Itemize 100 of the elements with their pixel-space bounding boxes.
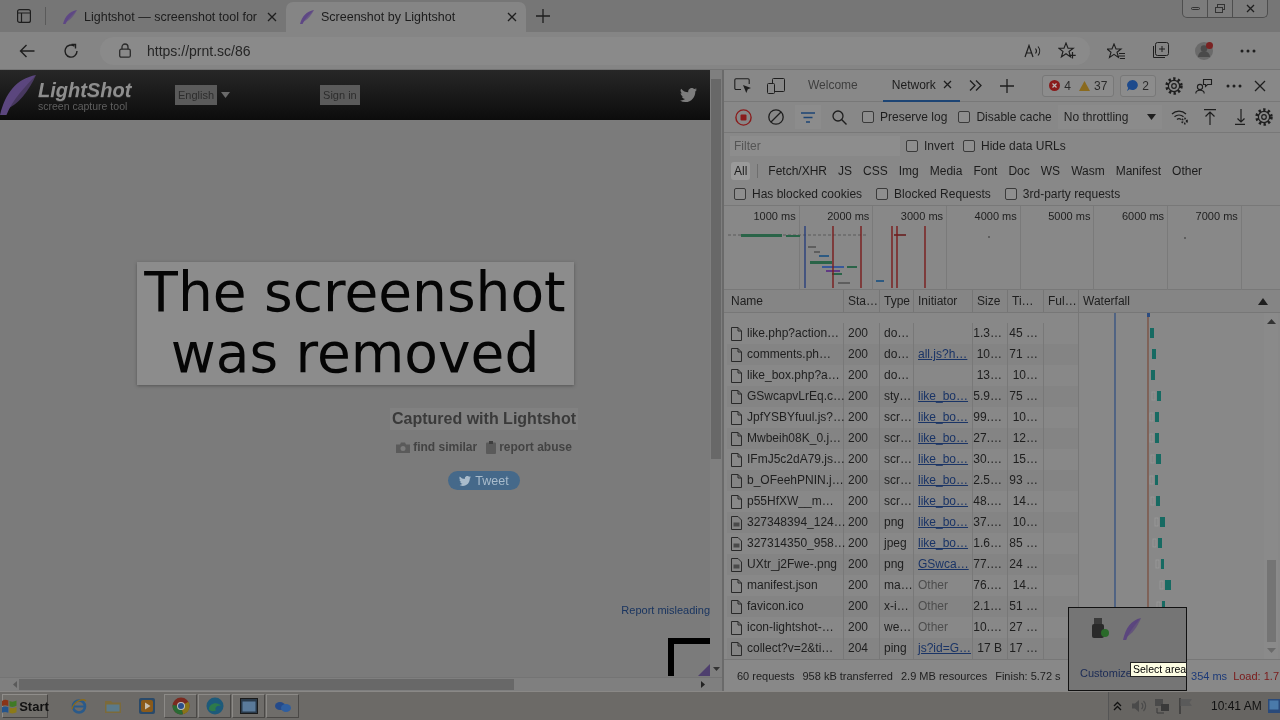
request-name[interactable]: 327348394_124… xyxy=(747,512,846,533)
error-counter[interactable]: 4 xyxy=(1049,78,1071,93)
column-header[interactable]: Ti… xyxy=(1008,290,1044,312)
feather-icon xyxy=(300,10,314,24)
warning-counter[interactable]: 37 xyxy=(1078,78,1108,93)
type-filter[interactable]: JS xyxy=(835,161,856,180)
request-name[interactable]: p55HfXW__m… xyxy=(747,491,834,512)
request-name[interactable]: 327314350_958… xyxy=(747,533,846,554)
tick-label: 3000 ms xyxy=(900,210,944,222)
checkbox-label[interactable]: Disable cache xyxy=(976,110,1052,124)
taskbar-button[interactable] xyxy=(198,694,231,718)
request-name[interactable]: JpfYSBYfuul.js?… xyxy=(747,407,846,428)
type-filter[interactable]: Manifest xyxy=(1112,161,1165,180)
initiator-link[interactable]: like_bo… xyxy=(918,491,969,512)
report-link[interactable]: Report misleading xyxy=(621,604,710,616)
read-aloud-button[interactable] xyxy=(1024,43,1042,58)
request-name[interactable]: Mwbeih08K_0.j… xyxy=(747,428,842,449)
type-filter[interactable]: All xyxy=(731,161,751,180)
initiator-link[interactable]: like_bo… xyxy=(918,407,969,428)
initiator-link[interactable]: like_bo… xyxy=(918,449,969,470)
taskbar-button[interactable] xyxy=(164,694,197,718)
panel-tab[interactable]: Welcome xyxy=(798,69,868,102)
checkbox-label[interactable]: Hide data URLs xyxy=(981,139,1066,153)
request-name[interactable]: UXtr_j2Fwe-.png xyxy=(747,554,838,575)
type-filter[interactable]: Img xyxy=(895,161,922,180)
type-filter[interactable]: Doc xyxy=(1005,161,1033,180)
request-name[interactable]: b_OFeehPNIN.j… xyxy=(747,470,844,491)
scrollbar[interactable] xyxy=(0,677,722,691)
checkbox[interactable] xyxy=(906,140,918,152)
initiator-link[interactable]: like_bo… xyxy=(918,470,969,491)
initiator-link[interactable]: like_bo… xyxy=(918,386,969,407)
request-name[interactable]: comments.ph… xyxy=(747,344,832,365)
type-filter[interactable]: CSS xyxy=(860,161,891,180)
initiator-link[interactable]: js?id=G… xyxy=(918,638,972,659)
initiator-link[interactable]: GSwca… xyxy=(918,554,969,575)
close-tab-button[interactable] xyxy=(941,78,954,91)
request-name[interactable]: icon-lightshot-… xyxy=(747,617,834,638)
request-name[interactable]: manifest.json xyxy=(747,575,818,596)
filter-button[interactable] xyxy=(795,105,821,129)
start-button[interactable]: Start xyxy=(2,694,48,718)
show-desktop-button[interactable] xyxy=(1267,699,1280,713)
panel-tab[interactable]: Network xyxy=(882,69,960,102)
checkbox-label[interactable]: Has blocked cookies xyxy=(752,186,863,201)
quick-launch-button[interactable] xyxy=(139,698,155,714)
checkbox-label[interactable]: Invert xyxy=(924,139,954,153)
checkbox[interactable] xyxy=(958,111,971,123)
initiator-link[interactable]: all.js?h… xyxy=(918,344,968,365)
initiator-link[interactable]: like_bo… xyxy=(918,533,969,554)
initiator-link[interactable]: like_bo… xyxy=(918,512,969,533)
request-name[interactable]: like.php?action… xyxy=(747,323,840,344)
initiator-link[interactable]: like_bo… xyxy=(918,428,969,449)
browser-tab[interactable]: Lightshot — screenshot tool for xyxy=(49,2,286,32)
show-hidden-icons-button[interactable] xyxy=(1113,701,1122,711)
taskbar-button[interactable] xyxy=(266,694,299,718)
scrollbar-thumb[interactable] xyxy=(19,679,514,690)
column-header[interactable]: Type xyxy=(880,290,914,312)
taskbar-button[interactable] xyxy=(232,694,265,718)
checkbox-label[interactable]: Blocked Requests xyxy=(894,186,991,201)
column-header[interactable]: Sta… xyxy=(844,290,880,312)
column-header[interactable]: Waterfall xyxy=(1079,290,1278,312)
desktop-icon xyxy=(1267,699,1280,713)
type-filter[interactable]: Wasm xyxy=(1068,161,1108,180)
scroll-left-icon xyxy=(13,681,17,688)
checkbox-label[interactable]: Preserve log xyxy=(880,110,948,124)
type-filter[interactable]: Fetch/XHR xyxy=(765,161,831,180)
add-favorite-button[interactable] xyxy=(1058,42,1076,59)
type-filter[interactable]: Other xyxy=(1169,161,1206,180)
document-icon xyxy=(731,473,742,488)
info-counter[interactable]: 2 xyxy=(1127,78,1149,93)
type-filter[interactable]: Font xyxy=(970,161,1001,180)
settings-icon xyxy=(1165,76,1183,95)
checkbox-label[interactable]: 3rd-party requests xyxy=(1022,186,1121,201)
scrollbar[interactable] xyxy=(710,70,722,677)
selection-corner-icon xyxy=(668,638,710,676)
request-name[interactable]: favicon.ico xyxy=(747,596,804,617)
bird-icon xyxy=(459,475,472,486)
browser-tab[interactable]: Screenshot by Lightshot xyxy=(286,2,526,32)
checkbox[interactable] xyxy=(963,140,975,152)
filter-input[interactable]: Filter xyxy=(730,136,900,156)
request-name[interactable]: IFmJ5c2dA79.js… xyxy=(747,449,846,470)
column-header[interactable]: Size xyxy=(973,290,1008,312)
request-name[interactable]: GSwcapvLrEq.c… xyxy=(747,386,846,407)
checkbox[interactable] xyxy=(734,187,746,200)
column-header[interactable]: Name xyxy=(727,290,844,312)
tweet-button[interactable]: Tweet xyxy=(448,471,520,490)
address-field[interactable]: https://prnt.sc/86 xyxy=(100,36,1090,65)
request-name[interactable]: collect?v=2&ti… xyxy=(747,638,834,659)
scrollbar-thumb[interactable] xyxy=(711,79,721,459)
back-icon xyxy=(19,43,35,58)
action-link[interactable]: report abuse xyxy=(486,440,572,454)
type-filter[interactable]: WS xyxy=(1037,161,1064,180)
column-header[interactable]: Initiator xyxy=(914,290,973,312)
checkbox[interactable] xyxy=(1004,187,1017,200)
checkbox[interactable] xyxy=(862,111,874,123)
request-name[interactable]: like_box.php?a… xyxy=(747,365,840,386)
type-filter[interactable]: Media xyxy=(926,161,966,180)
column-header[interactable]: Ful… xyxy=(1044,290,1079,312)
tray-icon-button[interactable] xyxy=(1154,698,1170,714)
checkbox[interactable] xyxy=(876,187,889,200)
action-link[interactable]: find similar xyxy=(396,440,478,454)
